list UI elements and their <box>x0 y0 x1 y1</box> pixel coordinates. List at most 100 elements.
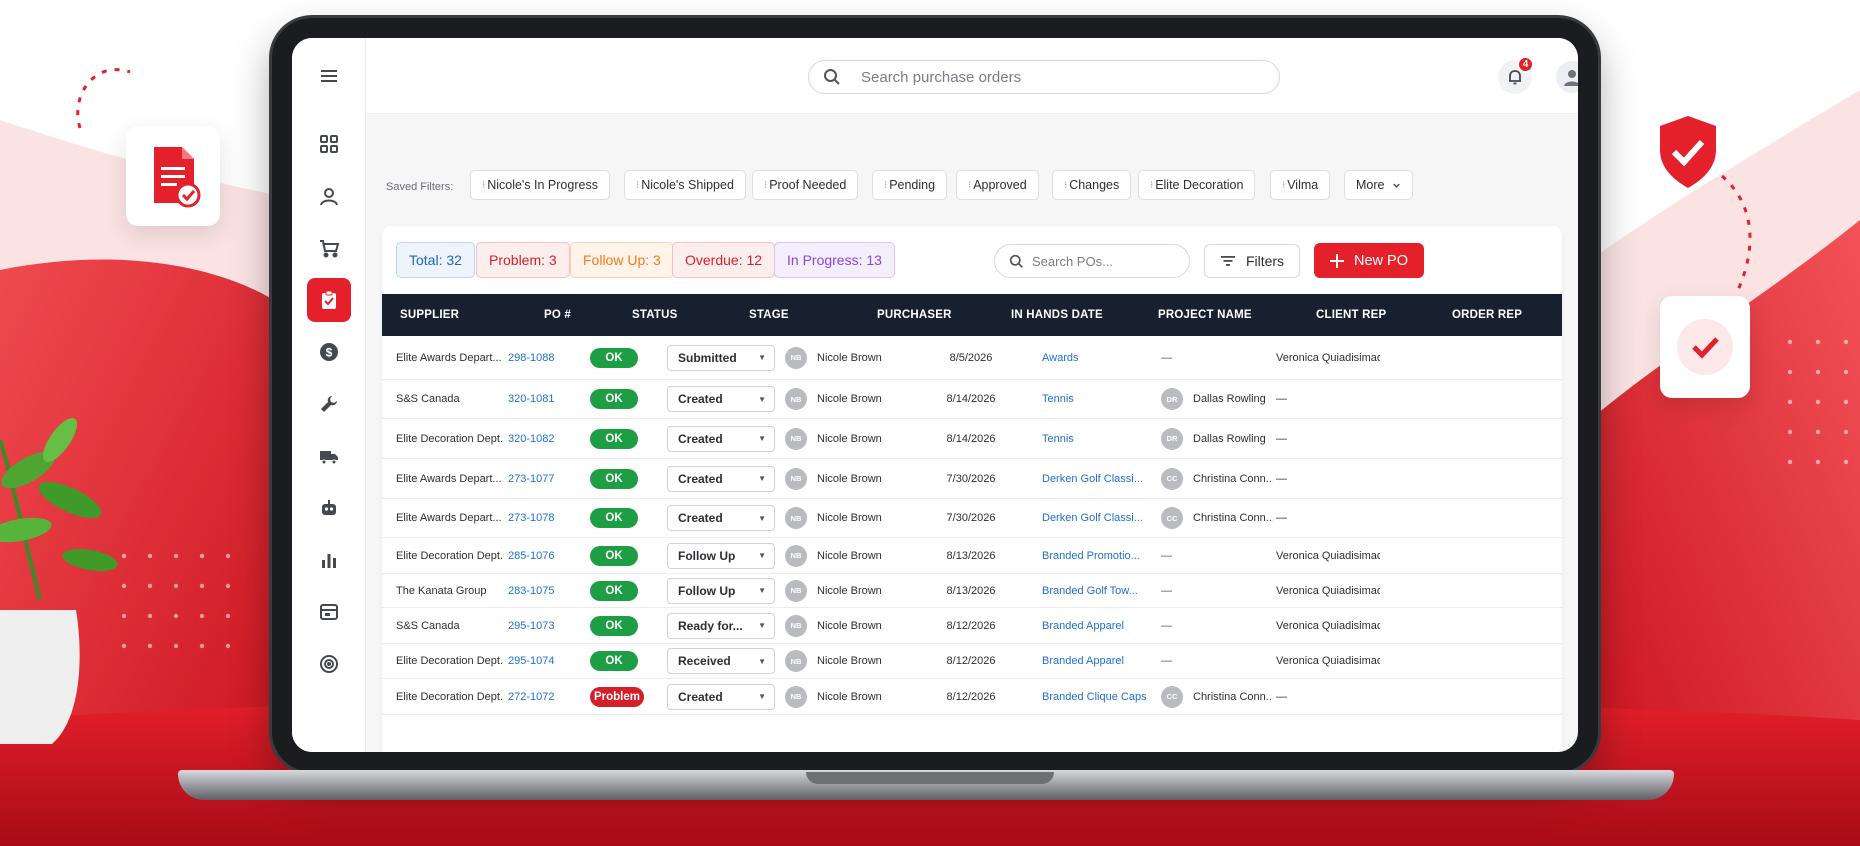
stat-total[interactable]: Total: 32 <box>396 242 475 278</box>
table-row[interactable]: S&S Canada 320-1081 OK Created ▼ NB Nicole… <box>382 380 1562 419</box>
project-name-link[interactable]: Branded Apparel <box>1042 655 1124 667</box>
user-menu[interactable] <box>1556 60 1578 94</box>
stat-overdue[interactable]: Overdue: 12 <box>672 242 776 278</box>
table-row[interactable]: Elite Awards Depart... 273-1077 OK Creat… <box>382 459 1562 499</box>
saved-filter-chip[interactable]: ⁝ Elite Decoration <box>1138 170 1256 200</box>
supplier-name: Elite Decoration Dept... <box>396 690 504 703</box>
sidebar-item-shipping[interactable] <box>307 434 351 478</box>
po-number-link[interactable]: 320-1082 <box>508 433 555 445</box>
column-header[interactable]: STAGE <box>749 294 789 336</box>
stage-select[interactable]: Created ▼ <box>667 505 775 531</box>
po-number-link[interactable]: 320-1081 <box>508 393 555 405</box>
saved-filter-chip[interactable]: ⁝ Approved <box>956 170 1039 200</box>
project-name-link[interactable]: Branded Apparel <box>1042 620 1124 632</box>
saved-filter-chip[interactable]: ⁝ Proof Needed <box>752 170 859 200</box>
in-hands-date: 8/13/2026 <box>946 584 996 597</box>
sidebar-item-goals[interactable] <box>307 642 351 686</box>
sidebar-item-automation[interactable] <box>307 486 351 530</box>
sidebar-item-reports[interactable] <box>307 538 351 582</box>
po-number-link[interactable]: 298-1088 <box>508 352 555 364</box>
stat-problem[interactable]: Problem: 3 <box>476 242 570 278</box>
new-po-button[interactable]: New PO <box>1314 243 1424 278</box>
sidebar-item-tools[interactable] <box>307 382 351 426</box>
filters-button[interactable]: Filters <box>1204 244 1300 278</box>
svg-text:$: $ <box>326 346 333 360</box>
purchaser-name: Nicole Brown <box>817 549 882 562</box>
project-name-link[interactable]: Derken Golf Classi... <box>1042 512 1143 524</box>
stage-select[interactable]: Follow Up ▼ <box>667 542 775 569</box>
plus-icon <box>1330 253 1344 268</box>
search-input[interactable] <box>861 68 1241 86</box>
po-number-link[interactable]: 273-1077 <box>508 473 555 485</box>
project-name-link[interactable]: Tennis <box>1042 393 1074 405</box>
project-name-link[interactable]: Awards <box>1042 352 1078 364</box>
column-header[interactable]: PO # <box>544 294 571 336</box>
status-badge: OK <box>590 615 638 636</box>
po-number-link[interactable]: 283-1075 <box>508 585 555 597</box>
sidebar-item-web[interactable] <box>307 590 351 634</box>
global-search[interactable] <box>808 60 1280 94</box>
saved-filter-chip[interactable]: ⁝ Vilma <box>1270 170 1331 200</box>
client-rep-initials: CC <box>1161 507 1183 529</box>
table-row[interactable]: Elite Decoration Dept... 320-1082 OK Cre… <box>382 419 1562 459</box>
stage-select[interactable]: Created ▼ <box>667 465 775 492</box>
client-rep-name: — <box>1161 584 1172 597</box>
stat-follow-up[interactable]: Follow Up: 3 <box>570 242 674 278</box>
column-header[interactable]: CLIENT REP <box>1316 294 1386 336</box>
drag-handle-icon: ⁝ <box>636 179 640 191</box>
table-row[interactable]: Elite Awards Depart... 273-1078 OK Creat… <box>382 499 1562 538</box>
project-name-link[interactable]: Branded Clique Caps <box>1042 691 1147 703</box>
stage-select[interactable]: Submitted ▼ <box>667 344 775 371</box>
table-row[interactable]: The Kanata Group 283-1075 OK Follow Up ▼ … <box>382 574 1562 608</box>
sidebar-item-dashboard[interactable] <box>307 122 351 166</box>
sidebar-item-billing[interactable]: $ <box>307 330 351 374</box>
table-row[interactable]: Elite Decoration Dept... 285-1076 OK Fol… <box>382 538 1562 574</box>
stat-in-progress[interactable]: In Progress: 13 <box>774 242 895 278</box>
po-search-input[interactable] <box>1032 253 1172 269</box>
menu-button[interactable] <box>307 54 351 98</box>
po-number-link[interactable]: 295-1073 <box>508 620 555 632</box>
po-number-link[interactable]: 272-1072 <box>508 691 555 703</box>
saved-filter-chip[interactable]: ⁝ Changes <box>1052 170 1132 200</box>
stage-select[interactable]: Ready for... ▼ <box>667 612 775 639</box>
column-header[interactable]: ORDER REP <box>1452 294 1522 336</box>
saved-filter-chip[interactable]: ⁝ Nicole's Shipped <box>624 170 746 200</box>
stage-select[interactable]: Created ▼ <box>667 683 775 710</box>
purchaser-name: Nicole Brown <box>817 619 882 632</box>
sidebar-item-orders[interactable] <box>307 226 351 270</box>
po-search[interactable] <box>994 244 1190 278</box>
more-filters-button[interactable]: More <box>1344 170 1414 200</box>
notifications-button[interactable]: 4 <box>1498 56 1534 94</box>
client-rep-name: — <box>1161 619 1172 632</box>
stage-select[interactable]: Received ▼ <box>667 648 775 674</box>
order-rep-name: — <box>1276 432 1287 445</box>
table-row[interactable]: S&S Canada 295-1073 OK Ready for... ▼ NB N… <box>382 608 1562 644</box>
project-name-link[interactable]: Derken Golf Classi... <box>1042 473 1143 485</box>
sidebar-item-users[interactable] <box>307 174 351 218</box>
table-row[interactable]: Elite Decoration Dept... 295-1074 OK Rec… <box>382 644 1562 679</box>
purchaser-initials: NB <box>785 388 807 410</box>
po-number-link[interactable]: 295-1074 <box>508 655 555 667</box>
table-row[interactable]: Elite Decoration Dept... 272-1072 Proble… <box>382 679 1562 715</box>
column-header[interactable]: IN HANDS DATE <box>1011 294 1103 336</box>
stage-select[interactable]: Follow Up ▼ <box>667 577 775 604</box>
project-name-link[interactable]: Branded Golf Tow... <box>1042 585 1138 597</box>
saved-filter-chip[interactable]: ⁝ Nicole's In Progress <box>470 170 610 200</box>
column-header[interactable]: SUPPLIER <box>400 294 459 336</box>
project-name-link[interactable]: Branded Promotio... <box>1042 550 1140 562</box>
sidebar-item-purchase-orders[interactable] <box>307 278 351 322</box>
table-row[interactable]: Elite Awards Depart... 298-1088 OK Submi… <box>382 336 1562 380</box>
purchaser-initials: NB <box>785 685 807 708</box>
project-name-link[interactable]: Tennis <box>1042 433 1074 445</box>
po-number-link[interactable]: 273-1078 <box>508 512 555 524</box>
purchaser-initials: NB <box>785 346 807 369</box>
column-header[interactable]: PURCHASER <box>877 294 952 336</box>
column-header[interactable]: PROJECT NAME <box>1158 294 1252 336</box>
purchaser-initials: NB <box>785 614 807 637</box>
column-header[interactable]: STATUS <box>632 294 678 336</box>
po-number-link[interactable]: 285-1076 <box>508 550 555 562</box>
saved-filter-chip[interactable]: ⁝ Pending <box>872 170 948 200</box>
stage-select[interactable]: Created ▼ <box>667 425 775 452</box>
in-hands-date: 8/12/2026 <box>946 619 996 632</box>
stage-select[interactable]: Created ▼ <box>667 386 775 412</box>
